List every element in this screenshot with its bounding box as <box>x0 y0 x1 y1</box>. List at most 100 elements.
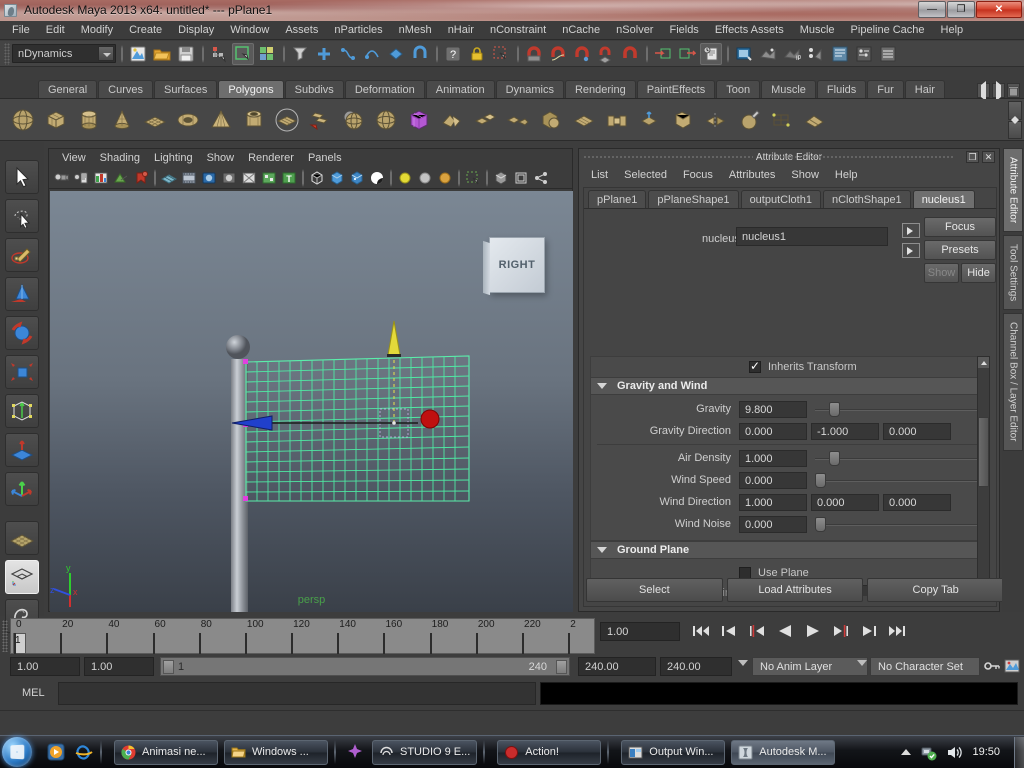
range-slider-left-handle[interactable] <box>163 660 174 674</box>
ae-menu-focus[interactable]: Focus <box>675 167 721 183</box>
taskbar-clock[interactable]: 19:50 <box>972 746 1000 758</box>
taskbar-button-output-window[interactable]: Output Win... <box>621 739 726 765</box>
menu-fields[interactable]: Fields <box>661 22 706 38</box>
scale-tool[interactable] <box>5 355 39 389</box>
menu-nconstraint[interactable]: nConstraint <box>482 22 554 38</box>
snap-magnet-plane-icon[interactable] <box>595 43 617 65</box>
viewport-menu-view[interactable]: View <box>55 151 93 165</box>
poly-mirror-icon[interactable] <box>701 105 731 135</box>
poly-bevel-icon[interactable] <box>668 105 698 135</box>
range-start-field[interactable]: 1.00 <box>10 657 80 676</box>
smooth-shade-icon[interactable] <box>327 168 346 187</box>
new-scene-icon[interactable] <box>127 43 149 65</box>
step-forward-frame-icon[interactable] <box>858 620 880 642</box>
shelf-tab-hair[interactable]: Hair <box>904 80 945 98</box>
snap-magnet-grid-icon[interactable] <box>523 43 545 65</box>
ae-menu-selected[interactable]: Selected <box>616 167 675 183</box>
scrollbar-thumb[interactable] <box>978 417 989 487</box>
right-tab-channel-box-layer-editor[interactable]: Channel Box / Layer Editor <box>1003 313 1023 451</box>
lasso-select-tool[interactable] <box>5 199 39 233</box>
two-d-pan-zoom-icon[interactable] <box>111 168 130 187</box>
film-origin-icon[interactable] <box>239 168 258 187</box>
construction-history-icon[interactable] <box>700 42 722 65</box>
shelf-tab-toon[interactable]: Toon <box>716 80 761 98</box>
shelf-tab-fluids[interactable]: Fluids <box>816 80 867 98</box>
viewport-canvas[interactable]: y x z RIGHT persp <box>50 191 573 612</box>
rotate-tool[interactable] <box>5 316 39 350</box>
shelf-prev-button[interactable] <box>977 83 990 98</box>
poly-smooth-icon[interactable] <box>569 105 599 135</box>
shelf-scroll-down-button[interactable] <box>1008 120 1022 139</box>
universal-manipulator-tool[interactable] <box>5 394 39 428</box>
paint-select-tool[interactable] <box>5 238 39 272</box>
menu-muscle[interactable]: Muscle <box>792 22 843 38</box>
ae-menu-attributes[interactable]: Attributes <box>721 167 783 183</box>
menu-help[interactable]: Help <box>933 22 972 38</box>
anim-layer-combo[interactable]: No Anim Layer <box>752 657 868 676</box>
use-default-light-icon[interactable] <box>395 168 414 187</box>
attribute-editor-scrollbar[interactable] <box>977 356 990 596</box>
poly-helix-icon[interactable] <box>305 105 335 135</box>
animation-preferences-icon[interactable] <box>1004 658 1020 677</box>
load-attributes-button[interactable]: Load Attributes <box>726 578 864 602</box>
taskbar-button-explorer[interactable]: Windows ... <box>224 739 328 765</box>
image-plane-icon[interactable] <box>91 168 110 187</box>
four-view-layout[interactable] <box>5 560 39 594</box>
close-button[interactable]: ✕ <box>976 1 1022 18</box>
poly-cube-icon[interactable] <box>41 105 71 135</box>
shelf-tab-dynamics[interactable]: Dynamics <box>495 80 564 98</box>
ae-menu-show[interactable]: Show <box>783 167 827 183</box>
poly-platonic-icon[interactable] <box>371 105 401 135</box>
scroll-up-icon[interactable] <box>978 357 989 368</box>
input-connection-icon[interactable] <box>902 223 920 238</box>
xray-joints-icon[interactable] <box>491 168 510 187</box>
snap-magnet-point-icon[interactable] <box>571 43 593 65</box>
soft-modification-tool[interactable] <box>5 433 39 467</box>
attribute-scroll-area[interactable]: Inherits Transform Gravity and Wind Grav… <box>590 356 990 596</box>
ae-menu-list[interactable]: List <box>583 167 616 183</box>
view-cube[interactable]: RIGHT <box>489 237 545 293</box>
menu-nhair[interactable]: nHair <box>440 22 482 38</box>
shelf-tab-rendering[interactable]: Rendering <box>564 80 636 98</box>
poly-bridge-icon[interactable] <box>602 105 632 135</box>
network-icon[interactable] <box>920 744 937 761</box>
focus-button[interactable]: Focus <box>924 217 996 237</box>
input-connections-icon[interactable] <box>652 43 674 65</box>
ae-menu-help[interactable]: Help <box>827 167 866 183</box>
shelf-tab-subdivs[interactable]: Subdivs <box>284 80 344 98</box>
gravity-dir-x-field[interactable]: 0.000 <box>739 422 807 440</box>
character-set-combo[interactable]: No Character Set <box>870 657 980 676</box>
ipr-refresh-icon[interactable]: IPR <box>781 43 803 65</box>
lock-icon[interactable] <box>466 43 488 65</box>
go-to-end-icon[interactable] <box>886 620 908 642</box>
maximize-button[interactable]: ❐ <box>947 1 975 18</box>
shelf-tab-fur[interactable]: Fur <box>867 80 904 98</box>
timeline-gripper[interactable] <box>2 620 8 652</box>
current-time-field[interactable]: 1.00 <box>600 622 680 641</box>
poly-type-icon[interactable] <box>404 105 434 135</box>
auto-key-icon[interactable] <box>984 659 1000 676</box>
tool-settings-toggle-icon[interactable] <box>853 43 875 65</box>
xray-icon[interactable] <box>259 168 278 187</box>
command-language-label[interactable]: MEL <box>22 687 45 699</box>
shelf-tab-general[interactable]: General <box>38 80 98 98</box>
viewport-menu-renderer[interactable]: Renderer <box>241 151 301 165</box>
snap-view-plane-icon[interactable] <box>385 43 407 65</box>
wireframe-on-shaded-icon[interactable] <box>367 168 386 187</box>
open-scene-icon[interactable] <box>151 43 173 65</box>
ae-node-tab-outputcloth1[interactable]: outputCloth1 <box>740 190 821 208</box>
gravity-dir-z-field[interactable]: 0.000 <box>883 422 951 440</box>
anim-layer-dropdown-icon[interactable] <box>738 660 748 666</box>
poly-pipe-icon[interactable] <box>239 105 269 135</box>
poly-torus-icon[interactable] <box>173 105 203 135</box>
shared-icon[interactable] <box>531 168 550 187</box>
command-input-field[interactable] <box>58 682 536 705</box>
taskbar-button-maya[interactable]: Autodesk M... <box>731 739 836 765</box>
wind-noise-slider[interactable] <box>815 516 985 533</box>
xray-active-icon[interactable] <box>511 168 530 187</box>
poly-pyramid-icon[interactable] <box>206 105 236 135</box>
taskbar-button-action[interactable]: Action! <box>497 739 602 765</box>
inherits-transform-checkbox[interactable] <box>749 359 761 373</box>
slider-thumb[interactable] <box>828 401 840 417</box>
viewport-menu-lighting[interactable]: Lighting <box>147 151 200 165</box>
